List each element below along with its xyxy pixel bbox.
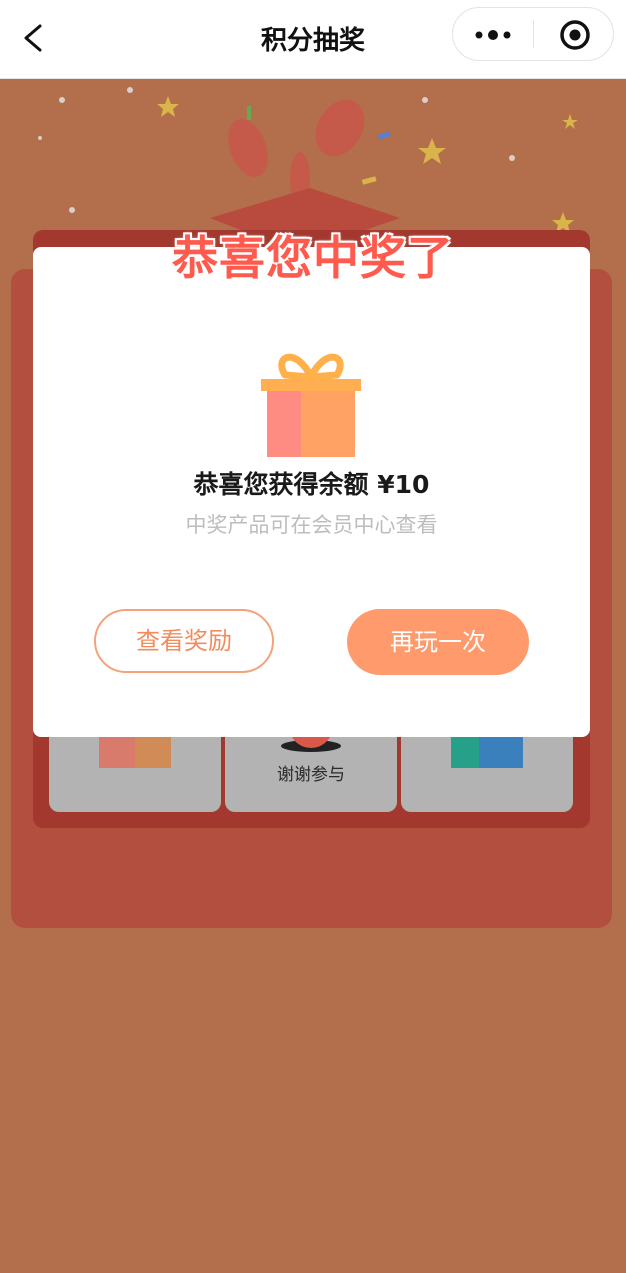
view-reward-button[interactable]: 查看奖励 <box>94 609 274 673</box>
thanks-label: 谢谢参与 <box>277 765 345 785</box>
win-headline: 恭喜您中奖了 <box>172 231 454 285</box>
prize-subtitle: 中奖产品可在会员中心查看 <box>185 513 438 537</box>
navigation-bar: 积分抽奖 <box>0 0 626 79</box>
menu-capsule <box>452 7 614 61</box>
more-dots-icon[interactable] <box>453 8 533 60</box>
capsule-divider <box>533 20 534 48</box>
circle-target-icon[interactable] <box>549 8 609 60</box>
play-again-button[interactable]: 再玩一次 <box>347 609 529 675</box>
prize-text: 恭喜您获得余额 ¥10 <box>193 470 430 499</box>
gift-icon <box>261 353 361 457</box>
win-modal: 恭喜您获得余额 ¥10 中奖产品可在会员中心查看 查看奖励 再玩一次 <box>33 247 590 737</box>
